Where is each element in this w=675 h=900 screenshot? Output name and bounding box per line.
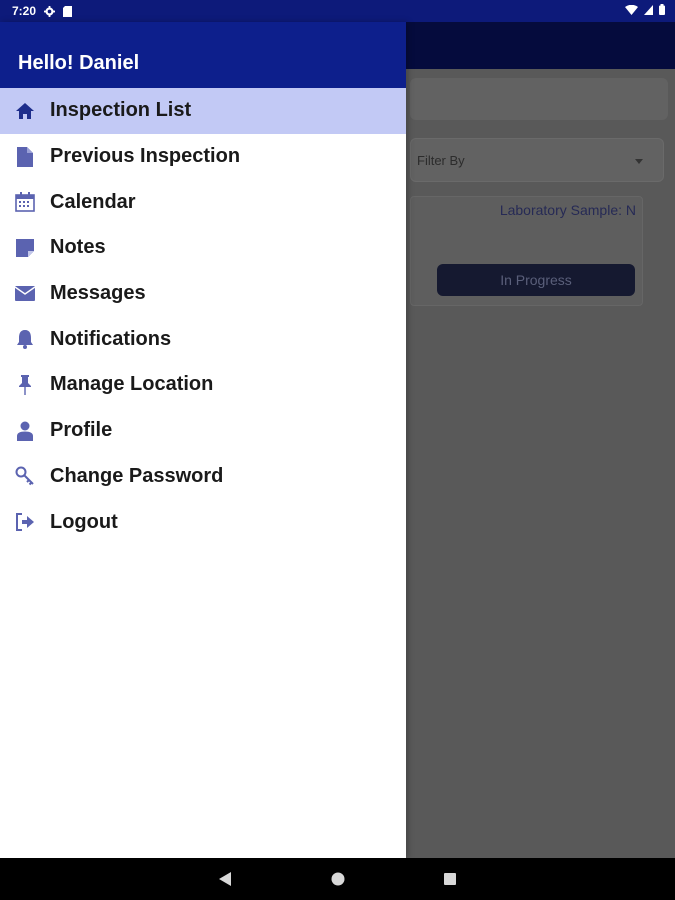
recents-icon[interactable] bbox=[441, 870, 459, 888]
home-icon bbox=[14, 100, 36, 122]
filter-placeholder: Filter By bbox=[417, 153, 465, 168]
menu-item-manage-location[interactable]: Manage Location bbox=[0, 362, 406, 408]
menu-item-label: Profile bbox=[50, 419, 113, 442]
sd-card-icon bbox=[63, 5, 73, 17]
logout-icon bbox=[14, 511, 36, 533]
signal-icon bbox=[644, 4, 653, 18]
settings-icon bbox=[44, 5, 56, 17]
menu-item-label: Notifications bbox=[50, 327, 172, 350]
menu-item-label: Calendar bbox=[50, 190, 136, 213]
greeting-text: Hello! Daniel bbox=[18, 52, 140, 74]
menu-item-logout[interactable]: Logout bbox=[0, 499, 406, 545]
menu-item-calendar[interactable]: Calendar bbox=[0, 179, 406, 225]
calendar-icon bbox=[14, 191, 36, 213]
envelope-icon bbox=[14, 283, 36, 305]
user-icon bbox=[14, 420, 36, 442]
search-field bbox=[410, 78, 668, 120]
menu-item-previous-inspection[interactable]: Previous Inspection bbox=[0, 134, 406, 180]
laboratory-sample-text: Laboratory Sample: N bbox=[499, 202, 636, 218]
status-button: In Progress bbox=[437, 264, 635, 296]
menu-item-inspection-list[interactable]: Inspection List bbox=[0, 88, 406, 134]
inspection-card: Laboratory Sample: N In Progress bbox=[410, 196, 643, 306]
key-icon bbox=[14, 465, 36, 487]
bell-icon bbox=[14, 328, 36, 350]
status-time: 7:20 bbox=[12, 4, 37, 18]
menu-item-label: Notes bbox=[50, 236, 106, 259]
menu-item-label: Inspection List bbox=[50, 99, 192, 122]
battery-icon bbox=[659, 4, 665, 18]
background-app: Filter By Laboratory Sample: N In Progre… bbox=[406, 22, 675, 858]
drawer-header: Hello! Daniel bbox=[0, 22, 406, 88]
menu-item-notifications[interactable]: Notifications bbox=[0, 316, 406, 362]
drawer-menu: Inspection List Previous Inspection Cale… bbox=[0, 88, 406, 545]
file-icon bbox=[14, 146, 36, 168]
dropdown-caret-icon bbox=[635, 159, 643, 164]
filter-dropdown: Filter By bbox=[410, 138, 664, 182]
menu-item-profile[interactable]: Profile bbox=[0, 408, 406, 454]
wifi-icon bbox=[625, 4, 638, 18]
menu-item-messages[interactable]: Messages bbox=[0, 271, 406, 317]
home-circle-icon[interactable] bbox=[329, 870, 347, 888]
menu-item-label: Messages bbox=[50, 282, 146, 305]
app-toolbar bbox=[406, 22, 675, 69]
menu-item-label: Logout bbox=[50, 510, 118, 533]
pin-icon bbox=[14, 374, 36, 396]
status-bar: 7:20 bbox=[0, 0, 675, 22]
menu-item-label: Manage Location bbox=[50, 373, 214, 396]
menu-item-label: Previous Inspection bbox=[50, 145, 241, 168]
menu-item-change-password[interactable]: Change Password bbox=[0, 454, 406, 500]
menu-item-label: Change Password bbox=[50, 464, 224, 487]
menu-item-notes[interactable]: Notes bbox=[0, 225, 406, 271]
note-icon bbox=[14, 237, 36, 259]
navigation-drawer: Hello! Daniel Inspection List Previous I… bbox=[0, 22, 406, 858]
back-icon[interactable] bbox=[216, 870, 234, 888]
system-navigation-bar bbox=[0, 858, 675, 900]
